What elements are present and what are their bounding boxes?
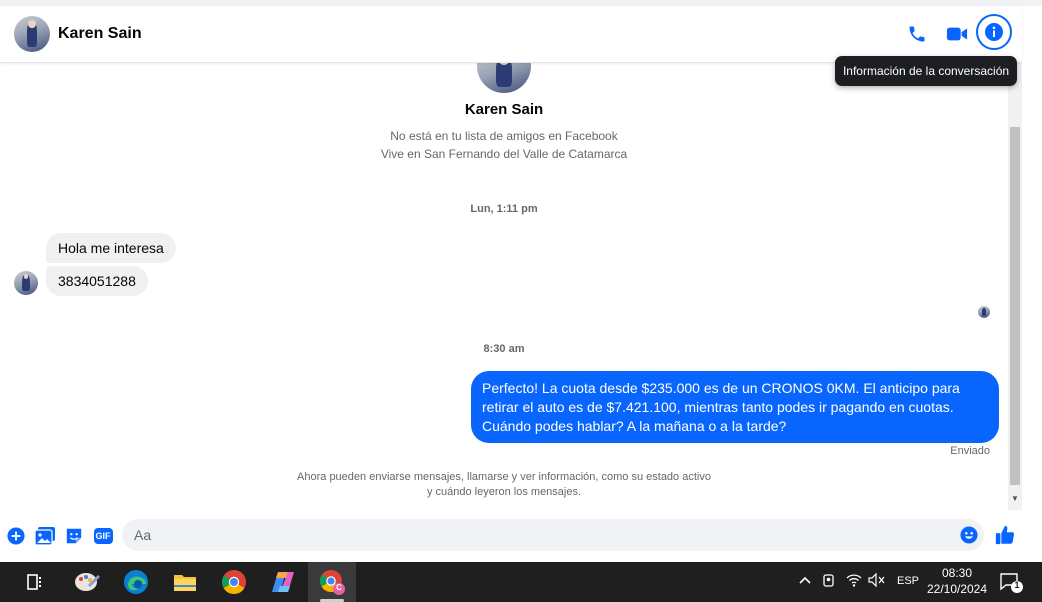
contact-name[interactable]: Karen Sain — [58, 25, 142, 43]
phone-icon[interactable] — [903, 20, 931, 48]
chrome-profile-icon[interactable]: C — [318, 568, 346, 596]
scrollbar-thumb[interactable] — [1010, 127, 1020, 485]
timestamp: Lun, 1:11 pm — [470, 203, 538, 215]
meet-icon[interactable] — [822, 573, 836, 592]
gif-label: GIF — [93, 528, 113, 544]
contact-avatar[interactable] — [14, 16, 50, 52]
video-camera-icon[interactable] — [943, 20, 971, 48]
system-clock[interactable]: 08:30 22/10/2024 — [924, 565, 990, 597]
photo-icon[interactable] — [34, 525, 56, 547]
clock-date: 22/10/2024 — [926, 582, 988, 596]
friend-status: No está en tu lista de amigos en Faceboo… — [390, 129, 618, 143]
volume-muted-icon[interactable] — [868, 572, 886, 590]
clock-time: 08:30 — [941, 566, 973, 580]
message-input[interactable]: Aa — [122, 519, 984, 551]
incoming-message[interactable]: 3834051288 — [46, 266, 148, 296]
message-status: Enviado — [950, 445, 990, 457]
taskbar: C ESP 08:30 22/10/2024 1 — [0, 562, 1042, 602]
notification-icon[interactable]: 1 — [1000, 572, 1024, 597]
notification-count: 1 — [1014, 580, 1020, 590]
tooltip: Información de la conversación — [835, 56, 1017, 86]
paint-icon[interactable] — [73, 568, 101, 596]
copilot-icon[interactable] — [269, 568, 297, 596]
chat-area: Karen Sain No está en tu lista de amigos… — [0, 63, 1008, 510]
profile-badge: C — [336, 583, 342, 592]
edge-icon[interactable] — [122, 568, 150, 596]
scroll-down-arrow-icon[interactable]: ▼ — [1010, 492, 1020, 504]
gif-icon[interactable]: GIF — [92, 525, 114, 547]
info-icon — [985, 23, 1003, 41]
like-icon[interactable] — [994, 524, 1016, 546]
conversation-header: Karen Sain — [0, 6, 1022, 63]
profile-name[interactable]: Karen Sain — [0, 101, 1008, 118]
timestamp: 8:30 am — [483, 343, 525, 355]
info-note-line: Ahora pueden enviarse mensajes, llamarse… — [297, 471, 711, 483]
plus-icon[interactable] — [5, 525, 27, 547]
show-hidden-icons-icon[interactable] — [798, 573, 812, 590]
wifi-icon[interactable] — [846, 573, 862, 590]
profile-avatar[interactable] — [477, 63, 531, 93]
seen-avatar — [978, 306, 990, 318]
language-indicator[interactable]: ESP — [897, 575, 919, 587]
message-composer: GIF Aa — [0, 512, 1042, 560]
task-view-icon[interactable] — [22, 568, 50, 596]
incoming-message[interactable]: Hola me interesa — [46, 233, 176, 263]
info-note: Ahora pueden enviarse mensajes, llamarse… — [230, 470, 778, 500]
sticker-icon[interactable] — [63, 525, 85, 547]
file-explorer-icon[interactable] — [171, 568, 199, 596]
outgoing-message[interactable]: Perfecto! La cuota desde $235.000 es de … — [471, 371, 999, 443]
messenger-window: Karen Sain Información de la conversació… — [0, 0, 1042, 562]
chrome-icon[interactable] — [220, 568, 248, 596]
info-note-line: y cuándo leyeron los mensajes. — [426, 486, 582, 498]
emoji-icon[interactable] — [960, 526, 978, 544]
sender-avatar[interactable] — [14, 271, 38, 295]
location-text: Vive en San Fernando del Valle de Catama… — [380, 147, 628, 161]
conversation-info-button[interactable] — [976, 14, 1012, 50]
